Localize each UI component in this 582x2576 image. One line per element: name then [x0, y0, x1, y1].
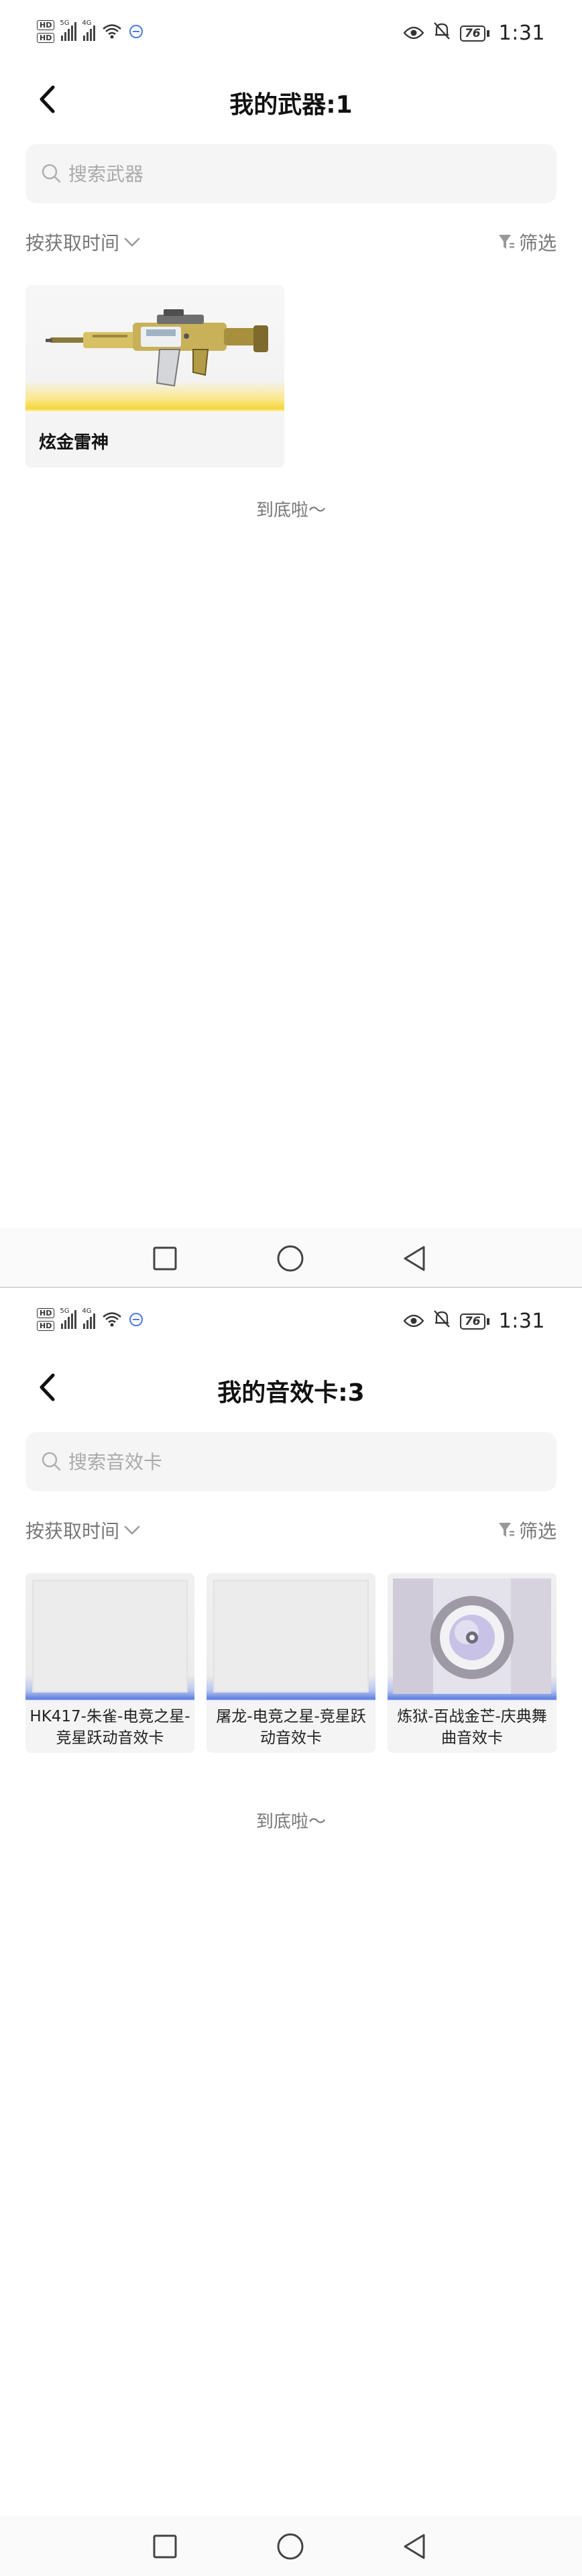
sort-dropdown[interactable]: 按获取时间: [25, 1517, 141, 1544]
end-of-list-text: 到底啦～: [255, 1812, 326, 1832]
battery-icon: 76: [459, 25, 489, 42]
filter-label: 筛选: [518, 1520, 557, 1542]
hd-badge: HD: [37, 33, 55, 43]
hd-indicators: HD HD: [37, 20, 55, 43]
header: 我的武器:1: [0, 70, 582, 131]
status-bar: HD HD 5G 4G 76 1:31: [0, 0, 582, 67]
sound-card[interactable]: 屠龙-电竞之星-竞星跃动音效卡: [207, 1573, 375, 1753]
sound-card[interactable]: HK417-朱雀-电竞之星-竞星跃动音效卡: [25, 1573, 194, 1753]
sort-label: 按获取时间: [25, 232, 120, 254]
status-right: 76 1:31: [403, 21, 545, 45]
sound-card-name: 炼狱-百战金芒-庆典舞曲音效卡: [397, 1708, 547, 1747]
status-bar: HD HD 5G 4G 76 1:31: [0, 1288, 582, 1355]
hd-badge: HD: [37, 20, 55, 30]
weapon-image: [25, 285, 284, 413]
filter-label: 筛选: [518, 232, 557, 254]
search-icon: [42, 1452, 61, 1471]
hd-badge: HD: [37, 1308, 55, 1318]
signal-4g-icon: 4G: [82, 1307, 96, 1329]
search-input[interactable]: [68, 1450, 524, 1473]
triangle-back-icon: [404, 2534, 425, 2559]
nav-back-button[interactable]: [396, 2528, 433, 2565]
chevron-down-icon: [124, 237, 140, 247]
search-bar[interactable]: [25, 144, 557, 203]
sync-icon: [129, 24, 143, 39]
sort-label: 按获取时间: [25, 1520, 120, 1542]
square-icon: [153, 2534, 177, 2559]
status-left: HD HD 5G 4G: [37, 1307, 143, 1331]
clock: 1:31: [498, 21, 545, 45]
battery-icon: 76: [459, 1313, 489, 1330]
end-of-list-text: 到底啦～: [255, 500, 326, 521]
funnel-icon: [498, 1523, 514, 1537]
filter-button[interactable]: 筛选: [498, 1517, 557, 1544]
home-button[interactable]: [272, 1240, 309, 1277]
page-title: 我的音效卡:3: [217, 1379, 365, 1407]
hd-badge: HD: [37, 1321, 55, 1331]
funnel-icon: [498, 235, 514, 249]
home-button[interactable]: [272, 2528, 309, 2565]
signal-5g-icon: 5G: [60, 19, 77, 41]
page-title: 我的武器:1: [229, 91, 353, 119]
sync-icon: [129, 1312, 143, 1327]
filter-button[interactable]: 筛选: [498, 229, 557, 256]
nav-back-button[interactable]: [396, 1240, 433, 1277]
disc-illustration: [393, 1578, 551, 1694]
sound-card-image: [25, 1573, 194, 1701]
signal-4g-icon: 4G: [82, 19, 96, 41]
sound-card[interactable]: 炼狱-百战金芒-庆典舞曲音效卡: [388, 1573, 557, 1753]
eye-icon: [403, 1310, 424, 1332]
sound-card-image: [207, 1573, 375, 1701]
search-icon: [42, 164, 61, 183]
circle-icon: [277, 1245, 304, 1272]
circle-icon: [277, 2533, 304, 2560]
signal-5g-icon: 5G: [60, 1307, 77, 1329]
sound-card-image: [388, 1573, 557, 1701]
clock: 1:31: [498, 1309, 545, 1333]
recent-apps-button[interactable]: [146, 2528, 184, 2565]
recent-apps-button[interactable]: [146, 1240, 184, 1277]
wifi-icon: [102, 23, 122, 40]
chevron-down-icon: [124, 1525, 140, 1535]
status-left: HD HD 5G 4G: [37, 19, 143, 43]
header: 我的音效卡:3: [0, 1358, 582, 1419]
wifi-icon: [102, 1311, 122, 1328]
square-icon: [153, 1246, 177, 1271]
search-bar[interactable]: [25, 1432, 557, 1491]
mute-bell-icon: [433, 1309, 451, 1333]
rifle-illustration: [46, 309, 268, 387]
weapon-name: 炫金雷神: [39, 433, 109, 453]
mute-bell-icon: [433, 21, 451, 45]
sort-dropdown[interactable]: 按获取时间: [25, 229, 141, 256]
sound-card-name: 屠龙-电竞之星-竞星跃动音效卡: [216, 1708, 366, 1747]
sound-card-name: HK417-朱雀-电竞之星-竞星跃动音效卡: [30, 1708, 190, 1747]
weapon-card[interactable]: 炫金雷神: [25, 285, 284, 468]
sound-cards-screen: HD HD 5G 4G 76 1:31 我的音效卡:3 搜索音效卡 按获取时间 …: [0, 1288, 582, 2576]
sort-filter-row: 按获取时间 筛选: [25, 225, 557, 258]
eye-icon: [403, 22, 424, 44]
sort-filter-row: 按获取时间 筛选: [25, 1513, 557, 1546]
system-nav-bar: [0, 1228, 582, 1288]
status-right: 76 1:31: [403, 1309, 545, 1333]
hd-indicators: HD HD: [37, 1308, 55, 1331]
weapons-screen: HD HD 5G 4G 76 1:31 我的武器:1 搜索武器 按获取时间 筛选…: [0, 0, 582, 1288]
search-input[interactable]: [68, 162, 524, 185]
triangle-back-icon: [404, 1246, 425, 1271]
system-nav-bar: [0, 2516, 582, 2576]
